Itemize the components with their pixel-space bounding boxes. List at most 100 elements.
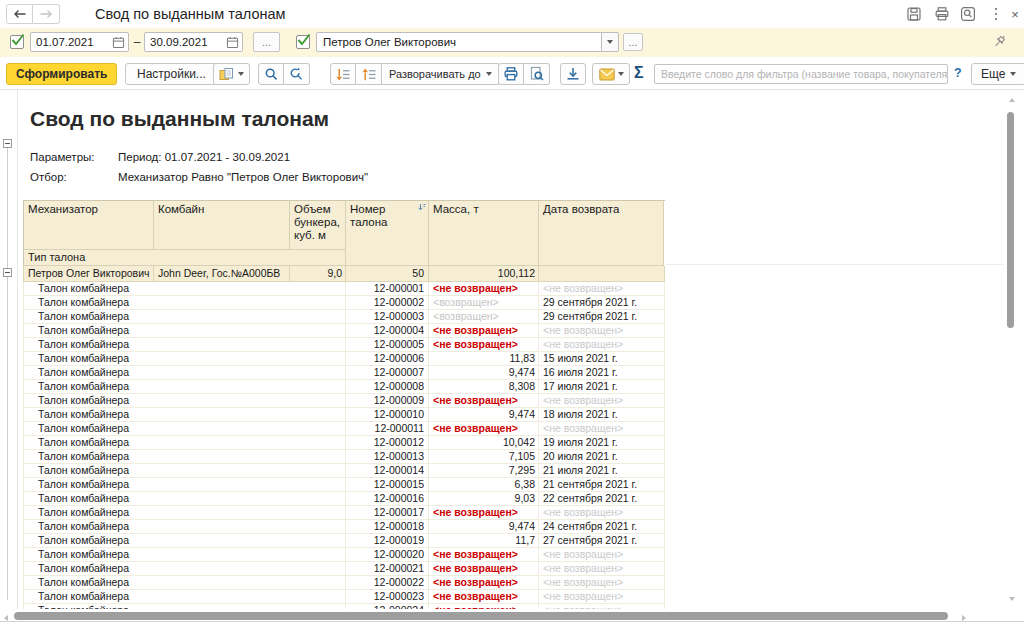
cell-volume[interactable]: [290, 408, 346, 422]
table-row[interactable]: Талон комбайнера12-0000088,30817 июля 20…: [24, 380, 665, 394]
generate-button[interactable]: Сформировать: [6, 63, 117, 85]
table-row[interactable]: Талон комбайнера12-00000611,8315 июля 20…: [24, 352, 665, 366]
table-row[interactable]: Талон комбайнера 12-0000079,47416 июля 20…: [24, 366, 665, 380]
cell-ticket-type[interactable]: Талон комбайнера: [24, 366, 154, 380]
vertical-scrollbar-thumb[interactable]: [1007, 112, 1014, 328]
cell-mass[interactable]: <не возвращен>: [429, 324, 539, 338]
table-row[interactable]: Талон комбайнера12-000001<не возвращен><…: [24, 282, 665, 296]
cell-volume[interactable]: [290, 478, 346, 492]
cell-ticket-number[interactable]: 12-000013: [346, 450, 429, 464]
cell-ticket-type[interactable]: Талон комбайнера: [24, 422, 154, 436]
group-collapse-button-mechanic[interactable]: [3, 268, 12, 277]
table-row[interactable]: Талон комбайнера12-000020<не возвращен><…: [24, 548, 665, 562]
cell-ticket-number[interactable]: 12-000008: [346, 380, 429, 394]
search-button[interactable]: [258, 63, 284, 85]
cell-ticket-type[interactable]: Талон комбайнера: [24, 352, 154, 366]
header-combine[interactable]: Комбайн: [154, 201, 290, 250]
cell-mass[interactable]: 9,474: [429, 408, 539, 422]
cell-return-date[interactable]: <не возвращен>: [539, 590, 665, 604]
cell-ticket-number[interactable]: 12-000017: [346, 506, 429, 520]
cell-ticket-number[interactable]: 12-000012: [346, 436, 429, 450]
cell-combine[interactable]: [154, 492, 290, 506]
header-ticket-type[interactable]: Тип талона: [24, 250, 346, 266]
cell-return-date[interactable]: <не возвращен>: [539, 394, 665, 408]
cell-ticket-type[interactable]: Талон комбайнера: [24, 506, 154, 520]
calendar-button[interactable]: [109, 33, 128, 51]
cell-return-date[interactable]: 16 июля 2021 г.: [539, 366, 665, 380]
print-report-button[interactable]: [498, 63, 524, 85]
table-row[interactable]: Талон комбайнера12-000021<не возвращен><…: [24, 562, 665, 576]
cell-mass[interactable]: <возвращен>: [429, 310, 539, 324]
cell-volume[interactable]: [290, 352, 346, 366]
cell-return-date[interactable]: 17 июля 2021 г.: [539, 380, 665, 394]
cell-volume[interactable]: [290, 548, 346, 562]
cell-combine[interactable]: [154, 408, 290, 422]
table-row[interactable]: Талон комбайнера12-0000147,29521 июля 20…: [24, 464, 665, 478]
mechanic-combo[interactable]: Петров Олег Викторович: [316, 32, 619, 52]
cell-return-date[interactable]: <не возвращен>: [539, 324, 665, 338]
table-row[interactable]: Талон комбайнера12-0000109,47418 июля 20…: [24, 408, 665, 422]
cell-volume[interactable]: [290, 492, 346, 506]
print-preview-button[interactable]: [524, 63, 550, 85]
cell-return-date[interactable]: 21 июля 2021 г.: [539, 464, 665, 478]
cell-combine[interactable]: [154, 562, 290, 576]
cell-ticket-number[interactable]: 12-000019: [346, 534, 429, 548]
header-return-date[interactable]: Дата возврата: [539, 201, 664, 266]
period-from-field[interactable]: 01.07.2021: [30, 32, 129, 52]
print-button[interactable]: [933, 5, 951, 23]
search-next-button[interactable]: [284, 63, 310, 85]
cell-mass[interactable]: <не возвращен>: [429, 394, 539, 408]
cell-mass[interactable]: <не возвращен>: [429, 548, 539, 562]
cell-return-date[interactable]: <не возвращен>: [539, 282, 665, 296]
cell-volume[interactable]: [290, 576, 346, 590]
table-row[interactable]: Талон комбайнера12-000022<не возвращен><…: [24, 576, 665, 590]
cell-mass[interactable]: <не возвращен>: [429, 506, 539, 520]
cell-volume[interactable]: [290, 506, 346, 520]
table-row[interactable]: Талон комбайнера12-000002<возвращен>29 с…: [24, 296, 665, 310]
cell-ticket-type[interactable]: Талон комбайнера: [24, 534, 154, 548]
cell-combine[interactable]: [154, 506, 290, 520]
period-checkbox[interactable]: [10, 35, 24, 49]
table-row[interactable]: Талон комбайнера12-000009<не возвращен><…: [24, 394, 665, 408]
cell-ticket-type[interactable]: Талон комбайнера: [24, 408, 154, 422]
header-volume[interactable]: Объем бункера, куб. м: [290, 201, 346, 250]
cell-return-date[interactable]: <не возвращен>: [539, 422, 665, 436]
cell-combine[interactable]: [154, 534, 290, 548]
cell-ticket-number[interactable]: 12-000006: [346, 352, 429, 366]
mechanic-value[interactable]: Петров Олег Викторович: [316, 32, 602, 52]
cell-combine[interactable]: [154, 450, 290, 464]
cell-ticket-type[interactable]: Талон комбайнера: [24, 394, 154, 408]
table-row[interactable]: Талон комбайнера12-0000137,10520 июля 20…: [24, 450, 665, 464]
cell-ticket-type[interactable]: Талон комбайнера: [24, 478, 154, 492]
cell-volume[interactable]: [290, 450, 346, 464]
cell-ticket-number[interactable]: 12-000021: [346, 562, 429, 576]
calendar-button[interactable]: [223, 33, 242, 51]
cell-volume[interactable]: [290, 380, 346, 394]
cell-mass[interactable]: <не возвращен>: [429, 562, 539, 576]
cell-return-date[interactable]: <не возвращен>: [539, 338, 665, 352]
cell-ticket-number[interactable]: 12-000007: [346, 366, 429, 380]
save-file-button[interactable]: [560, 63, 586, 85]
table-row[interactable]: Талон комбайнера12-0000169,0322 сентября…: [24, 492, 665, 506]
table-row[interactable]: Талон комбайнера12-0000156,3821 сентября…: [24, 478, 665, 492]
cell-ticket-number[interactable]: 12-000002: [346, 296, 429, 310]
cell-combine[interactable]: [154, 366, 290, 380]
table-row[interactable]: Талон комбайнера12-0000189,47424 сентябр…: [24, 520, 665, 534]
cell-return-date[interactable]: <не возвращен>: [539, 576, 665, 590]
cell-ticket-number[interactable]: 12-000004: [346, 324, 429, 338]
cell-ticket-number[interactable]: 12-000022: [346, 576, 429, 590]
cell-volume[interactable]: [290, 562, 346, 576]
table-row[interactable]: Талон комбайнера12-000017<не возвращен><…: [24, 506, 665, 520]
cell-return-date[interactable]: 20 июля 2021 г.: [539, 450, 665, 464]
cell-mass[interactable]: 9,474: [429, 366, 539, 380]
vertical-scrollbar[interactable]: [1004, 90, 1018, 609]
cell-return-date[interactable]: 15 июля 2021 г.: [539, 352, 665, 366]
cell-combine[interactable]: [154, 282, 290, 296]
cell-ticket-number[interactable]: 12-000005: [346, 338, 429, 352]
group-row[interactable]: Петров Олег Викторович John Deer, Гос.№А…: [23, 266, 665, 282]
cell-ticket-type[interactable]: Талон комбайнера: [24, 492, 154, 506]
cell-ticket-type[interactable]: Талон комбайнера: [24, 548, 154, 562]
cell-combine[interactable]: [154, 352, 290, 366]
cell-ticket-number[interactable]: 50: [346, 266, 429, 282]
cell-combine[interactable]: [154, 576, 290, 590]
